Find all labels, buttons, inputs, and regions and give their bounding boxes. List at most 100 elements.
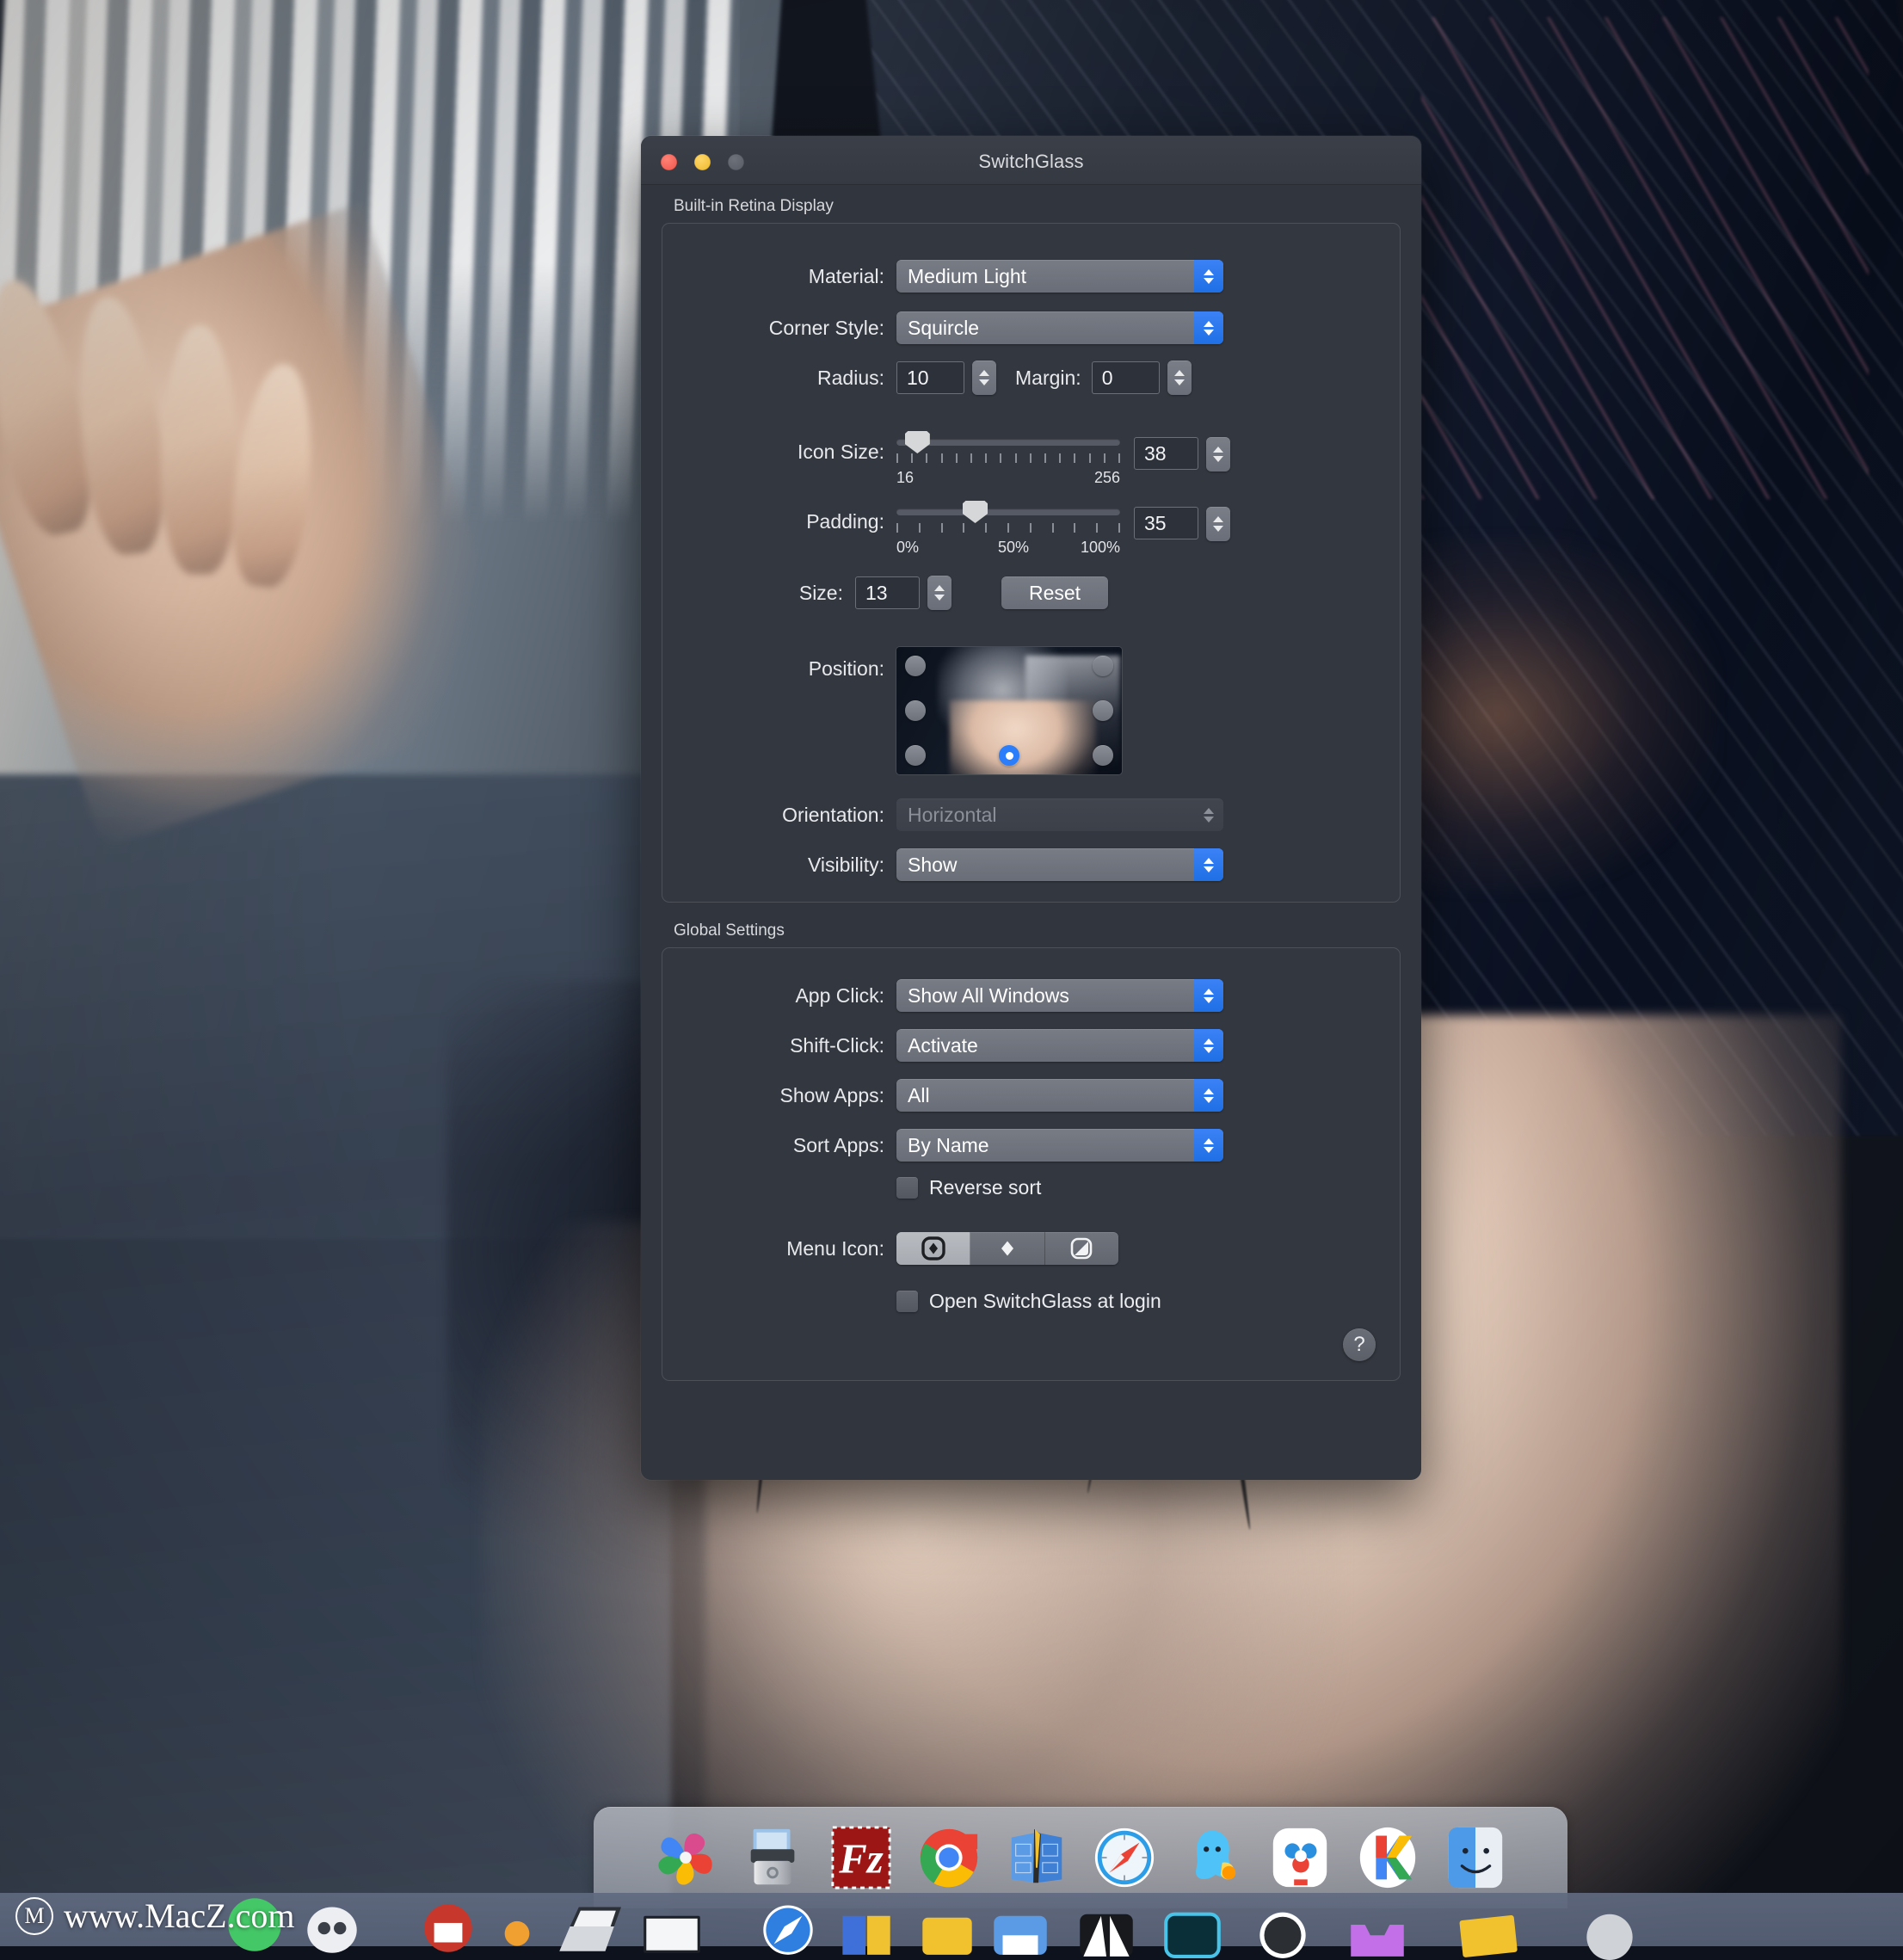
orientation-row: Orientation: Horizontal <box>662 793 1400 836</box>
icon-size-input[interactable]: 38 <box>1134 437 1198 470</box>
dock-item-kuaishou-app-icon[interactable] <box>1354 1824 1421 1891</box>
menu-icon-row: Menu Icon: <box>662 1227 1400 1270</box>
open-at-login-checkbox[interactable]: Open SwitchGlass at login <box>896 1290 1161 1313</box>
reset-button[interactable]: Reset <box>1001 576 1108 609</box>
padding-stepper[interactable] <box>1206 507 1230 541</box>
outlined-diamond-icon <box>921 1236 945 1260</box>
icon-size-label: Icon Size: <box>798 441 884 463</box>
corner-style-value: Squircle <box>908 316 980 339</box>
taskbar-item-yellow-app-icon[interactable] <box>912 1889 982 1960</box>
size-reset-row: Size: 13 Reset <box>662 571 1400 614</box>
dock-item-scanner-app-icon[interactable] <box>740 1824 807 1891</box>
checkbox-icon[interactable] <box>896 1290 918 1312</box>
chevron-updown-icon[interactable] <box>1194 1029 1223 1062</box>
checkbox-icon[interactable] <box>896 1176 918 1199</box>
window-title: SwitchGlass <box>978 151 1084 172</box>
icon-size-scale: 16 256 <box>896 469 1120 488</box>
taskbar-item-blue-folder-app-icon[interactable] <box>985 1889 1056 1960</box>
menu-icon-option-half-filled-squircle[interactable] <box>1045 1232 1118 1265</box>
margin-input[interactable]: 0 <box>1091 361 1160 394</box>
taskbar-item-notes-app-icon[interactable] <box>1454 1889 1524 1960</box>
sort-apps-select[interactable]: By Name <box>896 1129 1223 1162</box>
position-dot-top-left[interactable] <box>905 656 926 676</box>
taskbar-item-orange-app-icon[interactable] <box>482 1889 552 1960</box>
shift-click-select[interactable]: Activate <box>896 1029 1223 1062</box>
icon-size-stepper[interactable] <box>1206 437 1230 472</box>
help-button-label: ? <box>1353 1333 1365 1356</box>
margin-stepper[interactable] <box>1167 361 1192 395</box>
icon-size-slider-ticks <box>896 453 1120 465</box>
radius-input[interactable]: 10 <box>896 361 964 394</box>
icon-size-slider[interactable]: 16 256 <box>896 431 1120 488</box>
chevron-updown-icon[interactable] <box>1194 979 1223 1012</box>
menu-icon-option-outlined-diamond[interactable] <box>896 1232 971 1265</box>
menu-icon-segmented-control[interactable] <box>896 1232 1118 1265</box>
chevron-updown-icon[interactable] <box>1194 848 1223 881</box>
position-dot-bottom-right[interactable] <box>1093 745 1113 766</box>
taskbar-item-monitor-app-icon[interactable] <box>637 1889 707 1960</box>
reverse-sort-checkbox[interactable]: Reverse sort <box>896 1176 1041 1199</box>
maczcom-logo-icon: M <box>15 1896 53 1935</box>
taskbar-item-red-app-icon[interactable] <box>413 1889 483 1960</box>
dock-item-baidu-netdisk-app-icon[interactable] <box>1266 1824 1333 1891</box>
taskbar-item-affinity-app-icon[interactable] <box>1071 1889 1142 1960</box>
visibility-select[interactable]: Show <box>896 848 1223 881</box>
reverse-sort-row: Reverse sort <box>662 1168 1400 1206</box>
show-apps-select[interactable]: All <box>896 1079 1223 1112</box>
dock-item-blueprint-app-icon[interactable] <box>1003 1824 1070 1891</box>
dock-item-finder-app-icon[interactable] <box>1442 1824 1509 1891</box>
position-dot-bottom-left[interactable] <box>905 745 926 766</box>
position-dot-bottom-center[interactable] <box>999 745 1019 766</box>
open-at-login-row: Open SwitchGlass at login <box>662 1282 1400 1320</box>
chevron-updown-icon[interactable] <box>1194 311 1223 344</box>
position-dot-middle-left[interactable] <box>905 700 926 721</box>
chevron-updown-icon[interactable] <box>1194 1129 1223 1162</box>
padding-mid-label: 50% <box>998 539 1030 556</box>
taskbar-item-gray-app-icon[interactable] <box>1574 1889 1645 1960</box>
taskbar-item-display-app-icon[interactable] <box>551 1889 621 1960</box>
icon-size-slider-track[interactable] <box>896 431 1120 453</box>
corner-style-select[interactable]: Squircle <box>896 311 1223 344</box>
dock-item-chrome-app-icon[interactable] <box>915 1824 982 1891</box>
app-click-select[interactable]: Show All Windows <box>896 979 1223 1012</box>
help-button[interactable]: ? <box>1343 1328 1376 1361</box>
menu-icon-option-filled-diamond[interactable] <box>970 1232 1045 1265</box>
chevron-updown-icon[interactable] <box>1194 260 1223 293</box>
position-dot-middle-right[interactable] <box>1093 700 1113 721</box>
dock-item-safari-app-icon[interactable] <box>1091 1824 1158 1891</box>
open-at-login-label: Open SwitchGlass at login <box>929 1289 1161 1312</box>
position-row: Position: <box>662 647 1400 774</box>
size-input[interactable]: 13 <box>855 576 920 609</box>
material-select[interactable]: Medium Light <box>896 260 1223 293</box>
margin-label: Margin: <box>1015 366 1081 389</box>
padding-min-label: 0% <box>896 539 920 556</box>
icon-size-slider-knob[interactable] <box>904 431 930 453</box>
visibility-label: Visibility: <box>807 853 884 876</box>
window-titlebar[interactable]: SwitchGlass <box>641 136 1421 185</box>
taskbar-item-safari-app-icon[interactable] <box>753 1889 823 1960</box>
padding-slider[interactable]: 0% 50% 100% <box>896 501 1120 558</box>
material-row: Material: Medium Light <box>662 255 1400 298</box>
switchglass-preferences-window[interactable]: SwitchGlass Built-in Retina Display Mate… <box>641 136 1421 1480</box>
radius-stepper[interactable] <box>972 361 996 395</box>
taskbar-item-blue-file-app-icon[interactable] <box>830 1889 901 1960</box>
dock-item-pinwheel-app-icon[interactable] <box>652 1824 719 1891</box>
taskbar-item-ghost-app-icon[interactable] <box>297 1889 367 1960</box>
shift-click-row: Shift-Click: Activate <box>662 1024 1400 1067</box>
padding-input[interactable]: 35 <box>1134 507 1198 539</box>
corner-style-label: Corner Style: <box>768 316 884 339</box>
svg-text:Fz: Fz <box>838 1836 884 1883</box>
taskbar-item-purple-app-icon[interactable] <box>1342 1889 1413 1960</box>
size-stepper[interactable] <box>927 576 952 610</box>
position-picker[interactable] <box>896 647 1122 774</box>
taskbar-item-teal-app-icon[interactable] <box>1157 1889 1228 1960</box>
corner-style-row: Corner Style: Squircle <box>662 306 1400 349</box>
taskbar-item-dark-circle-app-icon[interactable] <box>1247 1889 1318 1960</box>
position-dot-top-right[interactable] <box>1093 656 1113 676</box>
chevron-updown-icon[interactable] <box>1194 1079 1223 1112</box>
padding-slider-knob[interactable] <box>963 501 988 523</box>
dock-item-qq-app-icon[interactable] <box>1179 1824 1246 1891</box>
padding-slider-track[interactable] <box>896 501 1120 523</box>
dock-item-filezilla-app-icon[interactable]: Fz <box>828 1824 895 1891</box>
radius-label: Radius: <box>817 366 884 389</box>
